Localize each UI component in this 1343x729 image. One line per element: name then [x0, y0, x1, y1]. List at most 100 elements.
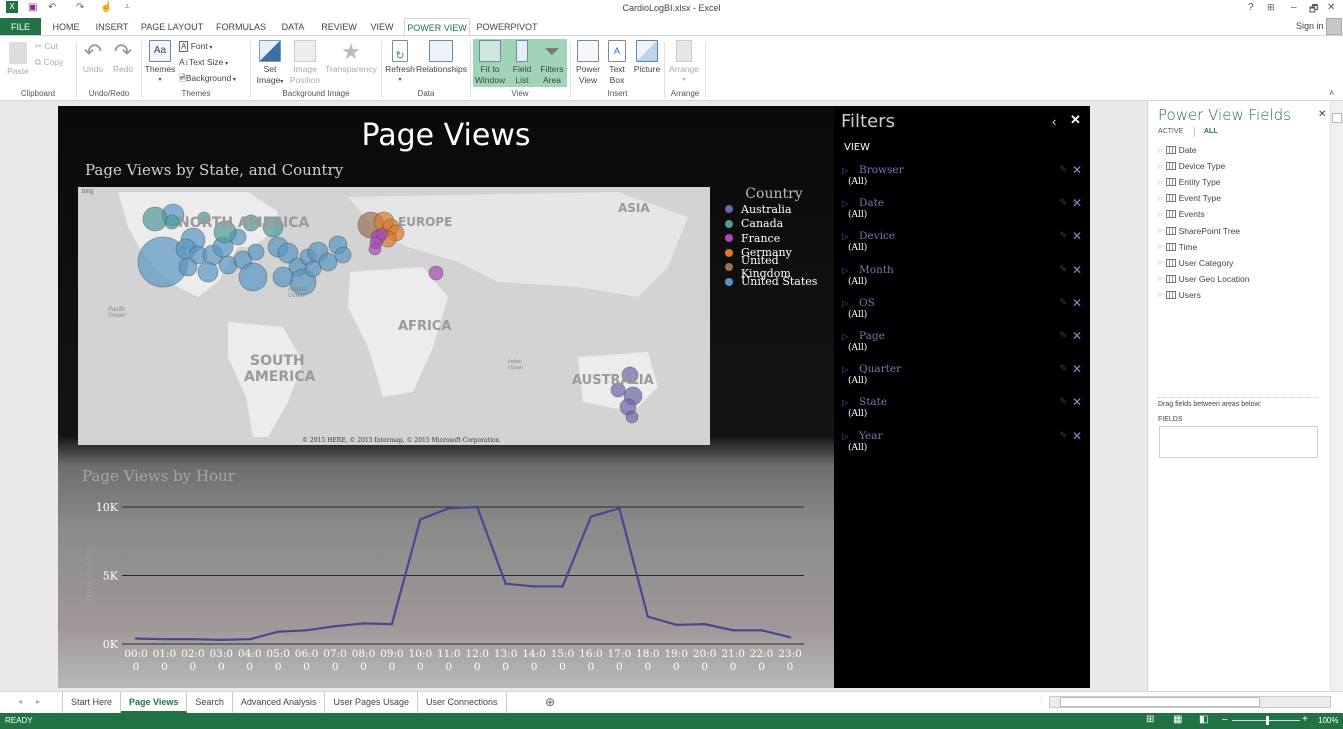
horizontal-scrollbar[interactable] [1049, 696, 1331, 708]
clear-filter-eraser-icon[interactable]: ✎ [1059, 396, 1067, 407]
normal-view-icon[interactable]: ⊞ [1146, 714, 1154, 725]
filter-item[interactable]: ▷ Device (All) ✎ ✕ [842, 229, 1082, 260]
data-point[interactable] [305, 629, 308, 632]
data-point[interactable] [134, 637, 138, 640]
scrollbar-thumb[interactable] [1332, 113, 1342, 123]
expand-filter-icon[interactable]: ▷ [842, 365, 848, 374]
clear-filter-eraser-icon[interactable]: ✎ [1059, 264, 1067, 275]
data-point[interactable] [504, 582, 507, 585]
zoom-level[interactable]: 100% [1318, 716, 1338, 725]
expand-filter-icon[interactable]: ▷ [842, 332, 848, 341]
legend-item[interactable]: Canada [718, 217, 830, 232]
data-point[interactable] [163, 638, 166, 641]
filter-item[interactable]: ▷ Date (All) ✎ ✕ [842, 196, 1082, 227]
expand-filter-icon[interactable]: ▷ [842, 232, 848, 241]
filter-name[interactable]: Page [859, 330, 885, 342]
expand-table-icon[interactable]: ▷ [1158, 147, 1163, 154]
tab-view[interactable]: VIEW [366, 18, 398, 36]
tab-powerpivot[interactable]: POWERPIVOT [476, 18, 538, 36]
new-sheet-icon[interactable]: ⊕ [545, 695, 555, 709]
map-bubble-united-states[interactable] [178, 257, 198, 277]
sheet-tab[interactable]: User Connections [418, 692, 507, 713]
filter-name[interactable]: Device [859, 230, 895, 242]
filter-name[interactable]: State [859, 396, 887, 408]
power-view-button[interactable]: Power View [574, 40, 602, 86]
fields-scrollbar[interactable] [1330, 101, 1343, 691]
filter-item[interactable]: ▷ Quarter (All) ✎ ✕ [842, 362, 1082, 393]
data-point[interactable] [276, 630, 280, 633]
expand-filter-icon[interactable]: ▷ [842, 432, 848, 441]
sheet-tab[interactable]: Start Here [63, 692, 122, 713]
field-table-item[interactable]: ▷ Device Type [1158, 161, 1225, 171]
sheet-tab[interactable]: Page Views [121, 692, 188, 713]
filter-item[interactable]: ▷ State (All) ✎ ✕ [842, 395, 1082, 426]
expand-table-icon[interactable]: ▷ [1158, 275, 1163, 282]
data-point[interactable] [731, 629, 735, 632]
field-table-item[interactable]: ▷ SharePoint Tree [1158, 226, 1240, 236]
expand-filter-icon[interactable]: ▷ [842, 266, 848, 275]
scroll-sheets-right-icon[interactable]: ▸ [36, 697, 40, 706]
clear-filter-eraser-icon[interactable]: ✎ [1059, 330, 1067, 341]
delete-filter-icon[interactable]: ✕ [1072, 362, 1082, 376]
data-point[interactable] [788, 635, 792, 639]
arrange-button[interactable]: Arrange ▾ [666, 40, 702, 86]
tab-active-fields[interactable]: ACTIVE [1158, 128, 1183, 135]
filter-name[interactable]: OS [859, 297, 875, 309]
page-layout-view-icon[interactable]: ▦ [1173, 714, 1182, 725]
fit-to-window-button[interactable]: Fit to Window [474, 40, 506, 86]
data-point[interactable] [191, 638, 195, 641]
map-bubble-france[interactable] [428, 265, 444, 281]
map-bubble-canada[interactable] [164, 214, 180, 230]
field-table-item[interactable]: ▷ Events [1158, 209, 1205, 219]
user-avatar-icon[interactable] [1326, 18, 1342, 35]
data-point[interactable] [618, 507, 621, 510]
field-table-item[interactable]: ▷ Entity Type [1158, 177, 1221, 187]
data-point[interactable] [333, 624, 337, 628]
delete-filter-icon[interactable]: ✕ [1072, 329, 1082, 343]
horizontal-scroll-thumb[interactable] [1060, 697, 1260, 707]
clear-filter-eraser-icon[interactable]: ✎ [1059, 430, 1067, 441]
delete-filter-icon[interactable]: ✕ [1072, 263, 1082, 277]
map-bubble-united-states[interactable] [272, 266, 294, 288]
map-bubble-france[interactable] [368, 242, 382, 256]
filters-area-button[interactable]: ⏷ Filters Area [538, 40, 566, 86]
data-point[interactable] [248, 638, 251, 641]
cut-button[interactable]: ✂ Cut [35, 41, 58, 52]
font-button[interactable]: A Font ▾ [179, 41, 212, 54]
tab-split-handle[interactable]: ⋮ [1037, 696, 1045, 705]
delete-filter-icon[interactable]: ✕ [1072, 395, 1082, 409]
tab-page-layout[interactable]: PAGE LAYOUT [140, 18, 204, 36]
zoom-slider-thumb[interactable] [1266, 716, 1269, 725]
tab-review[interactable]: REVIEW [318, 18, 360, 36]
delete-filter-icon[interactable]: ✕ [1072, 229, 1082, 243]
relationships-button[interactable]: Relationships [416, 40, 467, 75]
undo-button[interactable]: ↶ Undo [80, 40, 106, 75]
data-point[interactable] [476, 505, 479, 509]
filter-name[interactable]: Month [859, 264, 894, 276]
image-position-button[interactable]: Image Position [288, 40, 322, 86]
data-point[interactable] [561, 585, 564, 588]
data-point[interactable] [646, 615, 650, 618]
bubble-map[interactable]: bing NORTH AMERICA SOUTH AMERICA EUROPE … [78, 187, 710, 445]
ribbon-display-options-icon[interactable]: ⊞ [1267, 2, 1275, 13]
themes-button[interactable]: Aa Themes ▾ [144, 40, 176, 86]
data-point[interactable] [675, 623, 678, 627]
expand-table-icon[interactable]: ▷ [1158, 163, 1163, 170]
field-table-item[interactable]: ▷ User Geo Location [1158, 274, 1250, 284]
text-size-button[interactable]: A↕Text Size ▾ [179, 57, 228, 70]
filter-item[interactable]: ▷ Month (All) ✎ ✕ [842, 263, 1082, 294]
filter-item[interactable]: ▷ Page (All) ✎ ✕ [842, 329, 1082, 360]
sheet-tab[interactable]: Search [187, 692, 233, 713]
map-bubble-united-states[interactable] [304, 260, 322, 278]
close-window-button[interactable]: ✕ [1327, 2, 1335, 13]
clear-filter-eraser-icon[interactable]: ✎ [1059, 297, 1067, 308]
clear-filter-eraser-icon[interactable]: ✎ [1059, 363, 1067, 374]
zoom-in-button[interactable]: + [1302, 714, 1308, 725]
map-bubble-united-states[interactable] [247, 243, 265, 261]
data-point[interactable] [589, 515, 593, 518]
expand-filter-icon[interactable]: ▷ [842, 166, 848, 175]
data-point[interactable] [532, 585, 536, 588]
data-point[interactable] [760, 629, 763, 632]
minimize-button[interactable]: – [1291, 2, 1297, 13]
legend-item[interactable]: United States [718, 275, 830, 290]
